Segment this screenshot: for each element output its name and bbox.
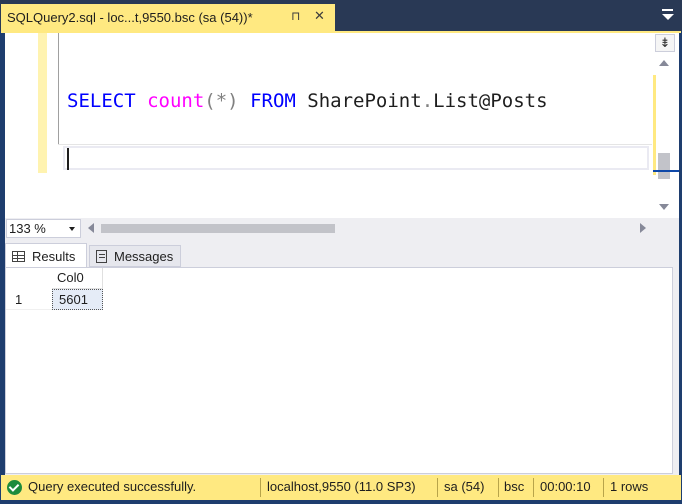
status-separator: [437, 478, 438, 497]
zoom-select[interactable]: 133 %: [6, 219, 81, 238]
sql-token-keyword: SELECT: [67, 90, 136, 112]
status-rows: 1 rows: [610, 479, 649, 494]
tab-title: SQLQuery2.sql - loc...t,9550.bsc (sa (54…: [7, 10, 253, 25]
scroll-left-arrow-icon[interactable]: [88, 223, 94, 233]
sql-code-line[interactable]: SELECT count(*) FROM SharePoint.List@Pos…: [67, 89, 548, 113]
scroll-up-arrow-icon[interactable]: [659, 60, 669, 66]
status-elapsed: 00:00:10: [540, 479, 591, 494]
messages-icon: [96, 249, 107, 263]
split-window-icon[interactable]: ⇟: [655, 34, 675, 52]
chevron-down-icon: [69, 227, 75, 231]
success-check-icon: [7, 480, 22, 495]
grid-cell[interactable]: 5601: [52, 289, 103, 310]
tab-messages[interactable]: Messages: [89, 245, 181, 267]
status-message: Query executed successfully.: [28, 479, 197, 494]
column-header[interactable]: Col0: [52, 268, 103, 289]
status-separator: [260, 478, 261, 497]
changed-lines-marker: [38, 33, 47, 173]
zoom-value: 133 %: [9, 221, 46, 236]
sql-token-identifier: SharePoint: [307, 90, 422, 112]
sql-token-space: [296, 90, 307, 112]
tab-results[interactable]: Results: [5, 243, 87, 268]
horizontal-scroll-thumb[interactable]: [101, 224, 335, 233]
results-tab-strip: Results Messages: [5, 243, 679, 268]
sql-token-function: count: [147, 90, 205, 112]
results-pane: Results Messages Col0 1 5601: [5, 239, 679, 475]
status-user: sa (54): [444, 479, 485, 494]
status-bar: Query executed successfully. localhost,9…: [1, 475, 681, 500]
status-database: bsc: [504, 479, 525, 494]
status-separator: [498, 478, 499, 497]
results-grid[interactable]: Col0 1 5601: [5, 267, 673, 474]
document-tab-sqlquery2[interactable]: SQLQuery2.sql - loc...t,9550.bsc (sa (54…: [1, 4, 335, 31]
vertical-scroll-thumb[interactable]: [658, 153, 670, 179]
sql-token-identifier: List@Posts: [433, 90, 548, 112]
outline-bracket-bottom: [58, 144, 652, 145]
scroll-down-arrow-icon[interactable]: [659, 204, 669, 210]
status-separator: [533, 478, 534, 497]
grid-icon: [12, 250, 25, 262]
tab-results-label: Results: [32, 248, 76, 264]
sql-token-space: [136, 90, 147, 112]
status-separator: [603, 478, 604, 497]
editor-vertical-scrollbar[interactable]: ⇟: [652, 33, 679, 218]
text-caret: [67, 148, 69, 170]
row-number[interactable]: 1: [6, 289, 52, 310]
tab-messages-label: Messages: [114, 248, 174, 264]
sql-token-space: [239, 90, 250, 112]
editor-bottom-bar: 133 %: [5, 218, 652, 239]
document-tab-bar: SQLQuery2.sql - loc...t,9550.bsc (sa (54…: [0, 0, 682, 31]
sql-token-keyword: FROM: [250, 90, 296, 112]
tab-overflow-dropdown-icon[interactable]: [662, 9, 674, 23]
current-line-highlight: [63, 146, 649, 170]
scrollbar-corner: [652, 218, 679, 239]
pin-icon[interactable]: ⊓: [291, 9, 300, 23]
caret-position-marker: [653, 170, 679, 172]
status-server: localhost,9550 (11.0 SP3): [267, 479, 416, 494]
outline-bracket: [58, 33, 59, 145]
query-editor[interactable]: SELECT count(*) FROM SharePoint.List@Pos…: [5, 33, 652, 218]
sql-token-operator: .: [421, 90, 434, 112]
scroll-right-arrow-icon[interactable]: [640, 223, 646, 233]
close-icon[interactable]: ✕: [314, 8, 325, 24]
scrollbar-change-marker: [653, 75, 656, 175]
sql-token-operator: (*): [204, 90, 239, 112]
